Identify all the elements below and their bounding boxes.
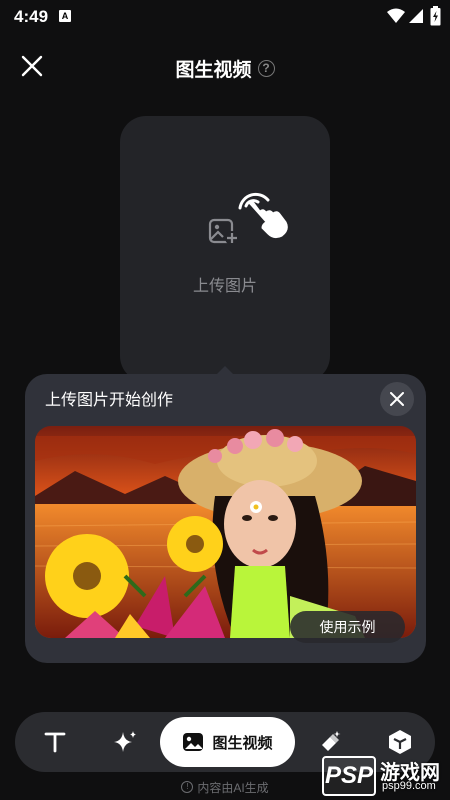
status-time: 4:49 bbox=[14, 7, 49, 26]
tool-image-to-video-label: 图生视频 bbox=[212, 734, 273, 752]
close-icon bbox=[390, 392, 404, 406]
example-photo bbox=[35, 426, 416, 638]
upload-image-card[interactable]: 上传图片 bbox=[120, 116, 330, 382]
image-icon bbox=[183, 733, 204, 751]
upload-label: 上传图片 bbox=[192, 278, 257, 295]
battery-icon bbox=[430, 6, 441, 26]
watermark: PSP 游戏网 psp99.com bbox=[322, 752, 450, 800]
notification-a-icon: A bbox=[59, 10, 71, 22]
tool-ai-effects[interactable] bbox=[105, 712, 145, 772]
tool-text[interactable] bbox=[35, 712, 75, 772]
signal-icon bbox=[409, 9, 423, 23]
watermark-logo: PSP bbox=[322, 756, 376, 796]
page-title: 图生视频 bbox=[175, 60, 252, 81]
tip-popup: 上传图片开始创作 使用示例 bbox=[25, 374, 426, 663]
watermark-url: psp99.com bbox=[382, 780, 436, 792]
info-icon: ! bbox=[181, 781, 194, 793]
wifi-icon bbox=[387, 8, 405, 23]
ai-note-text: 内容由AI生成 bbox=[197, 780, 269, 795]
status-bar: 4:49 A bbox=[0, 0, 450, 34]
use-example-button[interactable]: 使用示例 bbox=[290, 611, 405, 643]
page-title-bar: 图生视频 ? bbox=[0, 55, 450, 82]
tool-image-to-video[interactable]: 图生视频 bbox=[160, 717, 295, 767]
text-icon bbox=[44, 732, 66, 753]
tip-close-button[interactable] bbox=[380, 382, 414, 416]
help-icon[interactable]: ? bbox=[257, 60, 275, 77]
tap-hand-icon bbox=[238, 192, 288, 239]
example-image bbox=[35, 426, 416, 638]
sparkle-icon bbox=[114, 731, 136, 752]
tip-title: 上传图片开始创作 bbox=[45, 392, 174, 409]
